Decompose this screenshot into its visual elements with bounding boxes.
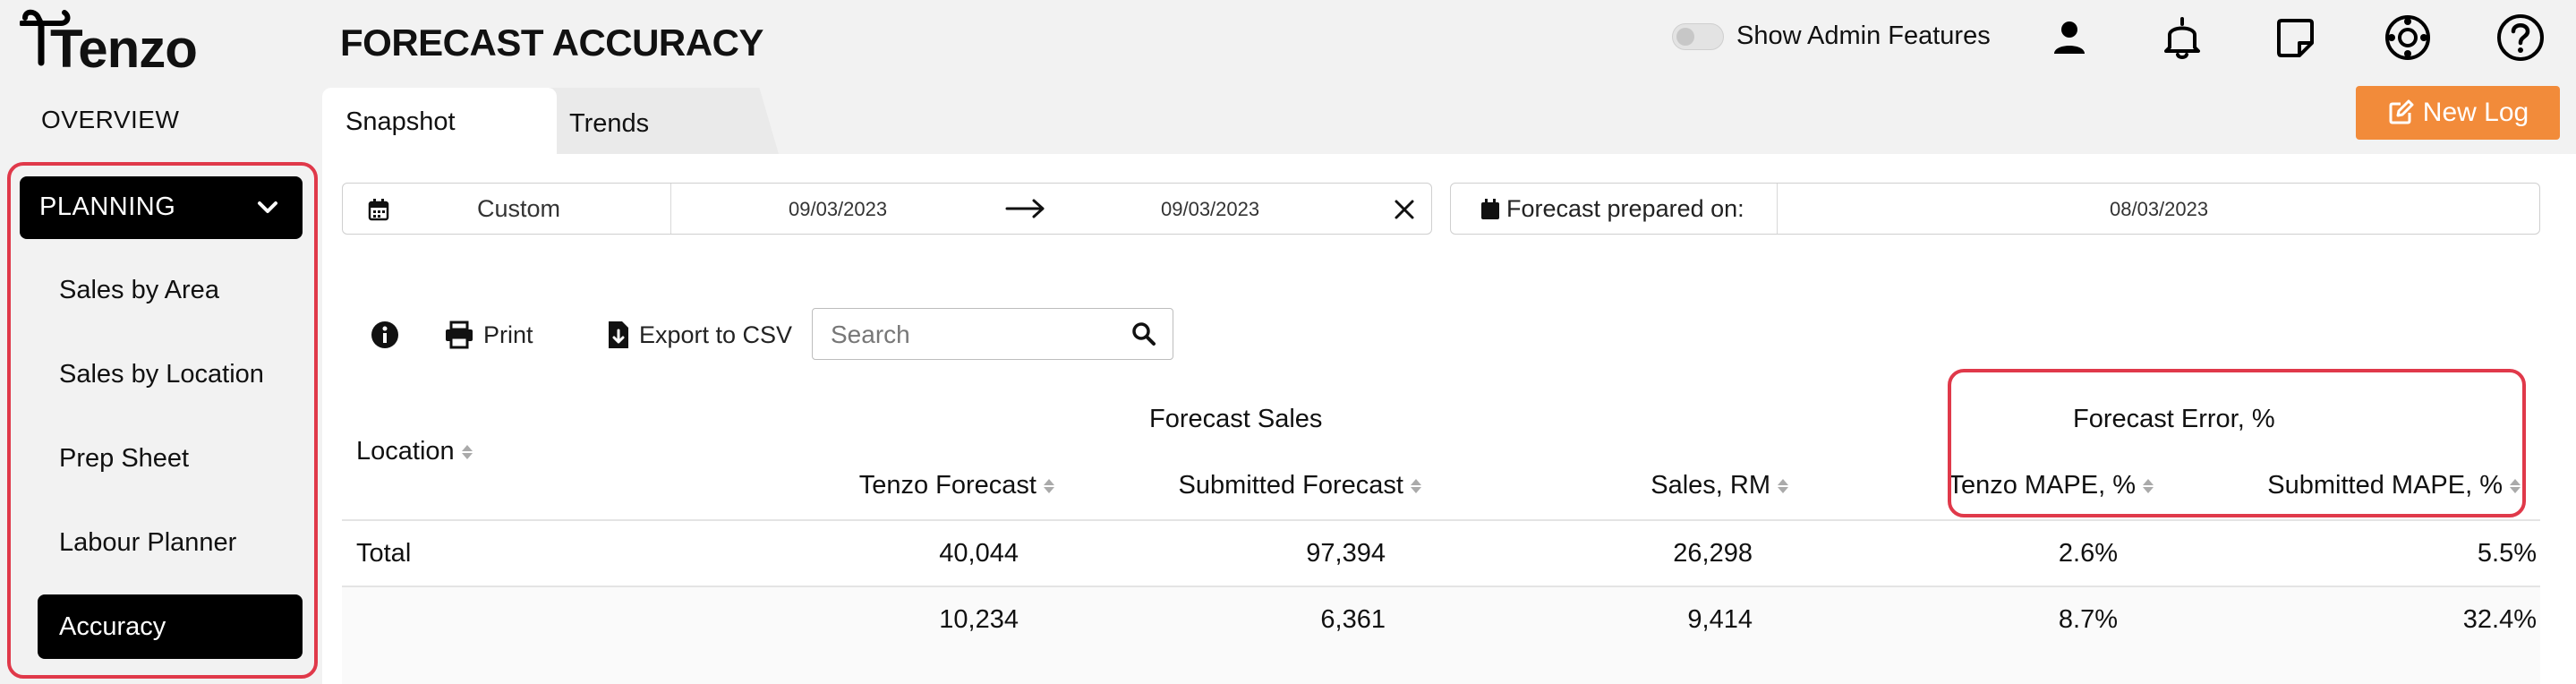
col-header-tenzo-forecast[interactable]: Tenzo Forecast: [859, 471, 1054, 500]
forecast-prepared-label: Forecast prepared on:: [1506, 195, 1744, 222]
logo-text: Tenzo: [50, 19, 198, 79]
tab-trends[interactable]: Trends: [537, 88, 779, 154]
sort-icon: [1778, 478, 1788, 493]
sidebar-item-sales-by-location[interactable]: Sales by Location: [38, 342, 303, 406]
tenzo-logo[interactable]: Tenzo: [19, 5, 199, 79]
edit-icon: [2389, 99, 2414, 124]
tab-label: Trends: [569, 109, 650, 138]
col-header-label: Sales, RM: [1651, 471, 1770, 500]
col-header-location[interactable]: Location: [356, 437, 473, 466]
page-title: FORECAST ACCURACY: [340, 21, 763, 64]
search-field[interactable]: [829, 320, 1119, 350]
admin-features-label: Show Admin Features: [1736, 21, 1991, 50]
cell-submitted-forecast: 6,361: [1320, 605, 1386, 634]
end-date[interactable]: 09/03/2023: [1161, 198, 1259, 221]
sidebar-item-prep-sheet[interactable]: Prep Sheet: [38, 426, 303, 491]
print-label: Print: [483, 321, 533, 348]
sidebar-item-sales-by-area[interactable]: Sales by Area: [38, 258, 303, 322]
sidebar-item-accuracy[interactable]: Accuracy: [38, 594, 303, 659]
forecast-error-annotation-highlight: [1948, 369, 2526, 517]
help-icon: [2497, 14, 2544, 61]
chevron-down-icon: [258, 201, 277, 213]
admin-features-toggle[interactable]: [1672, 23, 1724, 50]
user-icon: [2054, 21, 2085, 54]
search-icon[interactable]: [1131, 321, 1156, 346]
toggle-knob: [1676, 28, 1694, 46]
start-date[interactable]: 09/03/2023: [789, 198, 887, 221]
table-row[interactable]: 10,234 6,361 9,414 8.7% 32.4%: [342, 589, 2540, 654]
cell-tenzo-forecast: 40,044: [939, 539, 1019, 568]
new-log-label: New Log: [2422, 98, 2529, 127]
sidebar-section-planning[interactable]: PLANNING: [20, 176, 303, 239]
cell-submitted-forecast: 97,394: [1306, 539, 1386, 568]
support-icon: [2385, 15, 2430, 60]
arrow-right-icon: [1005, 199, 1045, 218]
sort-icon: [461, 444, 473, 459]
filter-divider: [1777, 184, 1778, 234]
info-button[interactable]: [371, 315, 399, 355]
tab-label: Snapshot: [345, 107, 456, 136]
calendar-icon: [1481, 199, 1499, 219]
search-input[interactable]: [812, 308, 1173, 360]
sidebar-item-label: Sales by Area: [59, 276, 219, 304]
sidebar-overview-link[interactable]: OVERVIEW: [41, 106, 179, 134]
date-range-filter[interactable]: Custom 09/03/2023 09/03/2023: [342, 183, 1432, 235]
support-button[interactable]: [2381, 11, 2435, 64]
cell-submitted-mape: 5.5%: [2477, 539, 2537, 568]
tab-snapshot[interactable]: Snapshot: [322, 88, 557, 154]
cell-sales-rm: 26,298: [1673, 539, 1753, 568]
cell-location: Total: [356, 539, 412, 568]
range-type-label[interactable]: Custom: [477, 195, 560, 223]
file-download-icon: [609, 321, 628, 348]
info-icon: [371, 321, 398, 348]
forecast-prepared-date[interactable]: 08/03/2023: [2110, 198, 2208, 221]
col-header-sales-rm[interactable]: Sales, RM: [1651, 471, 1788, 500]
help-button[interactable]: [2494, 11, 2547, 64]
sidebar-item-label: Prep Sheet: [59, 444, 190, 473]
cell-tenzo-forecast: 10,234: [939, 605, 1019, 634]
print-icon: [446, 321, 473, 349]
notifications-button[interactable]: [2155, 11, 2209, 64]
clear-icon[interactable]: [1394, 199, 1415, 220]
table-row[interactable]: Total 40,044 97,394 26,298 2.6% 5.5%: [342, 523, 2540, 586]
sidebar-item-label: Accuracy: [59, 612, 166, 641]
cell-tenzo-mape: 8.7%: [2058, 605, 2118, 634]
sidebar-item-label: Sales by Location: [59, 360, 264, 389]
calendar-icon: [368, 199, 389, 221]
table-divider: [342, 519, 2540, 521]
bell-icon: [2164, 17, 2200, 59]
group-header-forecast-sales: Forecast Sales: [1149, 405, 1323, 433]
cell-sales-rm: 9,414: [1687, 605, 1753, 634]
new-log-button[interactable]: New Log: [2356, 86, 2560, 140]
export-csv-label: Export to CSV: [639, 321, 793, 348]
sidebar-item-label: Labour Planner: [59, 528, 237, 557]
sort-icon: [1044, 478, 1054, 493]
filter-divider: [670, 184, 671, 234]
sidebar-item-labour-planner[interactable]: Labour Planner: [38, 510, 303, 575]
user-button[interactable]: [2043, 11, 2096, 64]
cell-tenzo-mape: 2.6%: [2058, 539, 2118, 568]
note-icon: [2277, 19, 2314, 57]
forecast-prepared-filter[interactable]: Forecast prepared on: 08/03/2023: [1450, 183, 2540, 235]
col-header-submitted-forecast[interactable]: Submitted Forecast: [1179, 471, 1421, 500]
col-header-label: Location: [356, 437, 455, 466]
notes-button[interactable]: [2268, 11, 2322, 64]
print-button[interactable]: Print: [444, 315, 533, 355]
sidebar-section-label: PLANNING: [39, 192, 176, 221]
cell-submitted-mape: 32.4%: [2462, 605, 2537, 634]
col-header-label: Submitted Forecast: [1178, 471, 1403, 500]
export-csv-button[interactable]: Export to CSV: [607, 315, 792, 355]
sort-icon: [1411, 478, 1421, 493]
col-header-label: Tenzo Forecast: [858, 471, 1036, 500]
